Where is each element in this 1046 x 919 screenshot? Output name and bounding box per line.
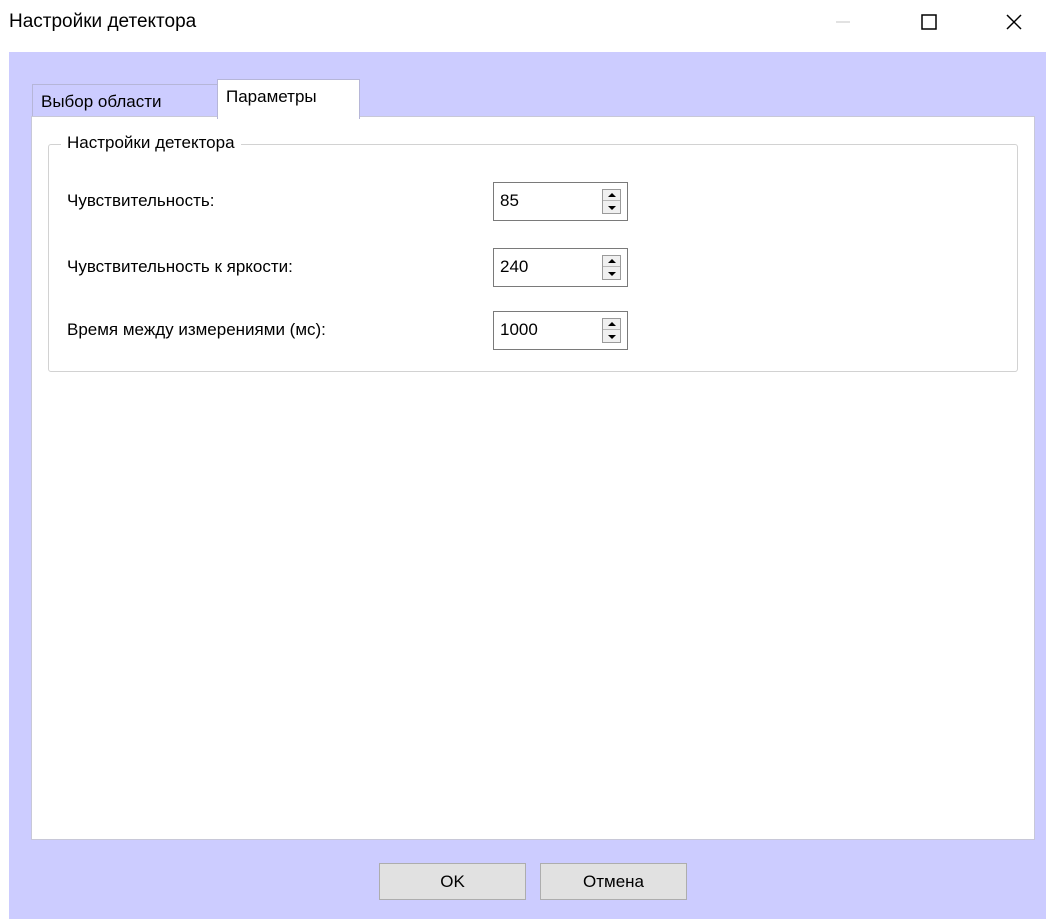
close-icon	[1006, 14, 1022, 30]
group-legend: Настройки детектора	[61, 133, 241, 153]
minimize-button[interactable]	[809, 0, 877, 44]
sensitivity-spinbox[interactable]: 85	[493, 182, 628, 221]
tab-label: Выбор области	[41, 92, 162, 111]
arrow-up-icon[interactable]	[603, 190, 620, 201]
spin-buttons	[602, 189, 621, 214]
spinbox-value[interactable]: 240	[500, 257, 528, 277]
maximize-icon	[921, 14, 937, 30]
title-bar: Настройки детектора	[0, 0, 1046, 52]
tab-panel: Настройки детектора Чувствительность: 85…	[31, 116, 1035, 840]
cancel-button[interactable]: Отмена	[540, 863, 687, 900]
spinbox-value[interactable]: 85	[500, 191, 519, 211]
minimize-icon	[836, 21, 850, 23]
brightness-sensitivity-spinbox[interactable]: 240	[493, 248, 628, 287]
ok-button[interactable]: OK	[379, 863, 526, 900]
tab-parameters[interactable]: Параметры	[217, 79, 360, 119]
measurement-interval-spinbox[interactable]: 1000	[493, 311, 628, 350]
spin-buttons	[602, 255, 621, 280]
measurement-interval-label: Время между измерениями (мс):	[67, 320, 326, 339]
spin-buttons	[602, 318, 621, 343]
window-title: Настройки детектора	[9, 11, 197, 32]
arrow-up-icon[interactable]	[603, 256, 620, 267]
arrow-down-icon[interactable]	[603, 268, 620, 279]
arrow-down-icon[interactable]	[603, 202, 620, 213]
detector-settings-group: Настройки детектора Чувствительность: 85…	[48, 133, 1018, 372]
sensitivity-label: Чувствительность:	[67, 191, 215, 210]
spinbox-value[interactable]: 1000	[500, 320, 538, 340]
close-button[interactable]	[980, 0, 1046, 44]
maximize-button[interactable]	[895, 0, 963, 44]
arrow-down-icon[interactable]	[603, 331, 620, 342]
brightness-sensitivity-label: Чувствительность к яркости:	[67, 257, 293, 276]
tab-area-selection[interactable]: Выбор области	[32, 84, 219, 117]
tab-label: Параметры	[226, 87, 317, 106]
dialog-client-area: Выбор области Параметры Настройки детект…	[9, 52, 1046, 919]
arrow-up-icon[interactable]	[603, 319, 620, 330]
